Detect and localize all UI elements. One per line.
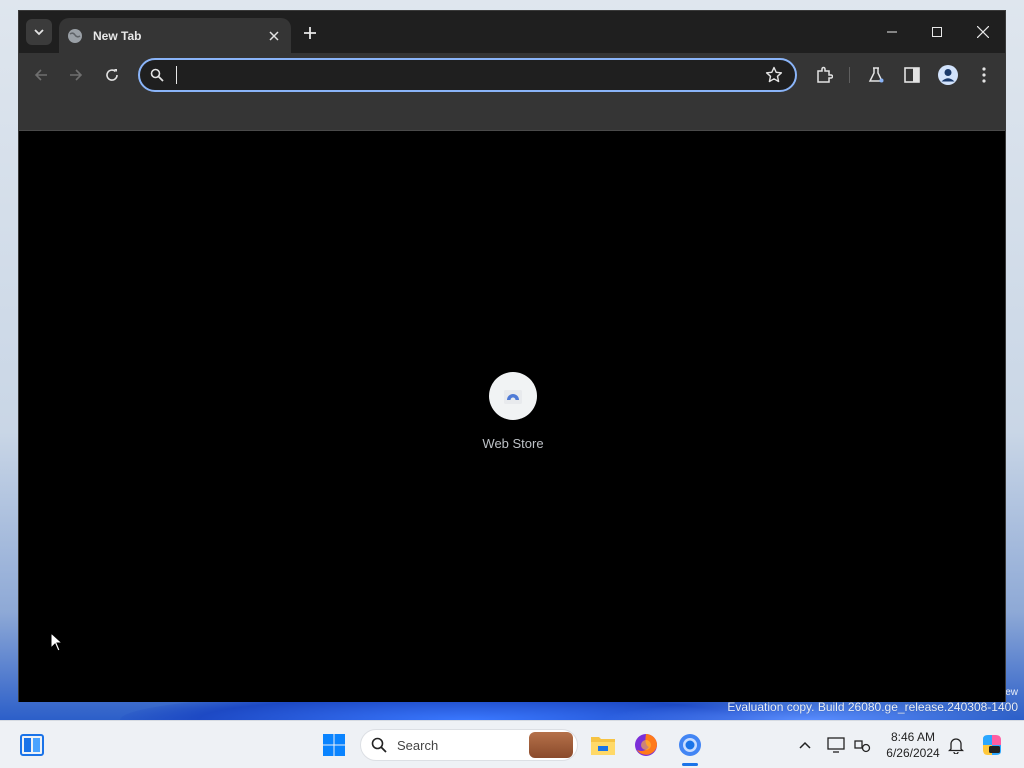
search-highlight-image <box>529 732 573 758</box>
omnibox[interactable] <box>138 58 797 92</box>
maximize-button[interactable] <box>922 19 952 45</box>
side-panel-icon <box>904 67 920 83</box>
more-vert-icon <box>982 67 986 83</box>
tab-new-tab[interactable]: New Tab <box>59 18 291 53</box>
show-hidden-icons-button[interactable] <box>795 735 815 755</box>
bell-icon <box>948 738 964 754</box>
bookmarks-bar <box>19 97 1005 131</box>
text-caret <box>176 66 177 84</box>
close-icon <box>977 26 989 38</box>
browser-window: New Tab Web Store <box>18 10 1006 702</box>
evaluation-watermark: Evaluation copy. Build 26080.ge_release.… <box>727 700 1018 714</box>
tab-strip: New Tab <box>19 11 1005 53</box>
close-icon <box>269 30 279 41</box>
watermark-fragment: ew <box>1005 687 1018 698</box>
network-icon <box>854 740 871 753</box>
avatar-icon <box>938 65 958 85</box>
clock[interactable]: 8:46 AM 6/26/2024 <box>878 729 948 761</box>
search-icon <box>371 737 387 753</box>
chrome-button[interactable] <box>674 729 706 761</box>
profile-button[interactable] <box>937 64 959 86</box>
labs-button[interactable] <box>865 64 887 86</box>
reload-icon <box>106 69 118 81</box>
arrow-left-icon <box>34 69 47 81</box>
taskbar: Search 8:46 AM 6/26/2024 <box>0 720 1024 768</box>
minimize-button[interactable] <box>877 19 907 45</box>
minimize-icon <box>887 31 897 33</box>
file-explorer-button[interactable] <box>587 729 619 761</box>
copilot-button[interactable] <box>976 729 1008 761</box>
arrow-right-icon <box>70 69 83 81</box>
chrome-icon <box>679 734 701 756</box>
extensions-button[interactable] <box>813 64 835 86</box>
display-tray-button[interactable] <box>826 735 846 755</box>
toolbar <box>19 53 1005 97</box>
widgets-button[interactable] <box>16 729 48 761</box>
back-button[interactable] <box>28 62 54 88</box>
plus-icon <box>304 27 316 39</box>
firefox-button[interactable] <box>630 729 662 761</box>
maximize-icon <box>932 27 942 37</box>
menu-button[interactable] <box>973 64 995 86</box>
windows-logo-icon <box>323 734 345 756</box>
firefox-icon <box>635 734 657 756</box>
search-icon <box>150 68 164 82</box>
folder-icon <box>591 737 615 755</box>
network-tray-button[interactable] <box>852 735 872 755</box>
chevron-down-icon <box>34 29 44 36</box>
clock-date: 6/26/2024 <box>886 746 940 760</box>
notifications-button[interactable] <box>946 735 966 755</box>
copilot-icon <box>983 735 1001 755</box>
new-tab-page: Web Store <box>19 132 1005 702</box>
search-label: Search <box>397 737 439 753</box>
clock-time: 8:46 AM <box>890 730 936 744</box>
star-icon[interactable] <box>765 66 783 84</box>
new-tab-button[interactable] <box>299 22 321 44</box>
taskbar-search[interactable]: Search <box>360 729 578 761</box>
mouse-cursor-icon <box>50 632 64 652</box>
tab-search-button[interactable] <box>26 19 52 45</box>
omnibox-input[interactable] <box>174 65 734 85</box>
active-app-indicator <box>682 763 698 766</box>
shortcut-web-store[interactable]: Web Store <box>463 372 563 451</box>
tab-title: New Tab <box>93 28 142 43</box>
puzzle-icon <box>817 66 833 83</box>
close-window-button[interactable] <box>968 19 998 45</box>
side-panel-button[interactable] <box>901 64 923 86</box>
flask-icon <box>868 67 884 83</box>
widgets-icon <box>20 734 44 756</box>
forward-button[interactable] <box>63 62 89 88</box>
monitor-icon <box>827 737 845 753</box>
web-store-tile <box>489 372 537 420</box>
web-store-icon <box>504 390 522 404</box>
toolbar-divider <box>849 67 850 83</box>
shortcut-label: Web Store <box>482 436 544 451</box>
reload-button[interactable] <box>99 62 125 88</box>
tab-close-button[interactable] <box>265 27 283 45</box>
globe-icon <box>67 28 83 44</box>
chevron-up-icon <box>799 741 811 749</box>
start-button[interactable] <box>318 729 350 761</box>
